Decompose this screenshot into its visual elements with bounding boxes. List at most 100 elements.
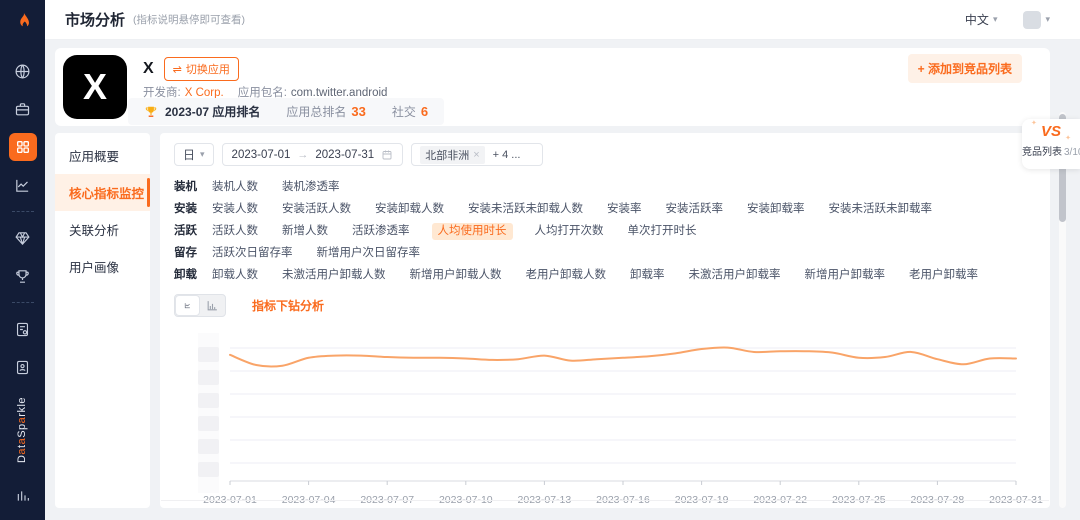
region-filter[interactable]: 北部非洲 × + 4 ... [411,143,544,166]
remove-tag-icon[interactable]: × [473,149,479,161]
app-logo-letter: X [82,66,107,107]
metric-chip[interactable]: 活跃人数 [210,223,260,240]
metric-chip[interactable]: 未激活用户卸载人数 [280,267,388,284]
rail-divider [11,211,34,212]
metric-chip[interactable]: 单次打开时长 [626,223,699,240]
switch-icon: ⇌ [172,63,182,76]
metric-chip[interactable]: 新增用户次日留存率 [315,245,423,262]
metric-category-label: 安装 [174,203,197,215]
metric-row: 装机 装机人数 装机渗透率 [174,179,1036,196]
gem-icon[interactable] [9,224,37,252]
metric-chip[interactable]: 人均使用时长 [431,223,513,240]
metric-chip[interactable]: 装机渗透率 [280,179,342,196]
metric-chip[interactable]: 安装率 [605,201,644,218]
page-note: (指标说明悬停即可查看) [133,14,246,26]
region-tag: 北部非洲 × [420,145,485,164]
metric-chip[interactable]: 安装卸载率 [745,201,807,218]
app-logo: X [63,55,127,119]
granularity-value: 日 [183,148,196,162]
redacted-y-label [198,462,219,477]
metric-category-label: 留存 [174,247,197,259]
rank-pill: 2023-07 应用排名 应用总排名 33 社交 6 [128,98,445,125]
trophy-icon[interactable] [9,262,37,290]
app-info-card: X X ⇌ 切换应用 开发商: X Corp. 应用包名: com.twitter.a… [55,48,1050,126]
date-start: 2023-07-01 [231,148,291,161]
metric-chip[interactable]: 安装未活跃未卸载率 [827,201,935,218]
collapse-menu-icon[interactable] [9,482,37,510]
chevron-down-icon: ▾ [1045,14,1050,24]
metric-chip[interactable]: 活跃次日留存率 [210,245,295,262]
redacted-y-label [198,416,219,431]
metric-row: 安装 安装人数 安装活跃人数 安装卸载人数 安装未活跃未卸载人数 安装率 安装活跃率 安装卸载… [174,201,1036,218]
redacted-y-label [198,393,219,408]
grid-apps-icon[interactable] [8,133,37,161]
avatar [1023,10,1042,29]
metric-row: 活跃 活跃人数 新增人数 活跃渗透率 人均使用时长 人均打开次数 单次打开时长 [174,223,1036,240]
region-more: + 4 ... [492,148,521,161]
total-rank: 应用总排名 33 [286,104,366,119]
category-rank: 社交 6 [391,104,429,119]
metric-category-label: 装机 [174,181,197,193]
drilldown-link[interactable]: 指标下钻分析 [252,297,324,314]
date-range-picker[interactable]: 2023-07-01 → 2023-07-31 [221,143,404,166]
add-to-competitors-button[interactable]: + 添加到竞品列表 [907,54,1022,83]
nav-item[interactable]: 关联分析 [55,211,150,248]
trophy-badge-icon [145,106,157,117]
rank-period: 2023-07 应用排名 [165,105,261,119]
doc-user-icon[interactable] [9,353,37,381]
metric-selector: 装机 装机人数 装机渗透率 安装 安装人数 安装活跃人数 安装卸载人数 安装未活跃未卸载人数安… [174,179,1036,284]
scrollbar [1059,112,1066,508]
chevron-down-icon: ▾ [200,149,205,159]
competitor-count: 3/10 [1064,147,1080,158]
briefcase-icon[interactable] [9,95,37,123]
metric-row: 卸载 卸载人数 未激活用户卸载人数 新增用户卸载人数 老用户卸载人数 卸载率 未激活用户卸载… [174,267,1036,284]
nav-item[interactable]: 核心指标监控 [55,174,150,211]
divider [161,500,1049,501]
top-header: 市场分析 (指标说明悬停即可查看) 中文 ▾ ▾ [45,0,1080,40]
language-selector[interactable]: 中文 ▾ [965,11,998,28]
line-chart-toggle[interactable] [175,295,200,316]
section-nav: 应用概要 核心指标监控 关联分析 用户画像 [55,133,150,508]
trend-chart-icon[interactable] [9,171,37,199]
y-axis-redacted [198,333,219,493]
metric-chip[interactable]: 卸载率 [628,267,667,284]
calendar-icon [382,150,392,159]
date-end: 2023-07-31 [315,148,375,161]
metric-chip[interactable]: 老用户卸载人数 [524,267,609,284]
page-title: 市场分析 [65,12,126,29]
main-panel: 日 ▾ 2023-07-01 → 2023-07-31 北部非洲 × + 4 .… [160,133,1050,508]
switch-app-button[interactable]: ⇌ 切换应用 [163,57,239,81]
brand-name: DataSparkle [16,396,29,464]
doc-gear-icon[interactable] [9,315,37,343]
metric-row: 留存 活跃次日留存率 新增用户次日留存率 [174,245,1036,262]
competitor-vs-tab[interactable]: VS 竞品列表3/10 [1022,119,1080,169]
usage-line-chart: 2023-07-01 2023-07-04 2023-07-07 2023-07-10… [161,331,1049,519]
metric-chip[interactable]: 新增用户卸载人数 [408,267,504,284]
metric-chip[interactable]: 安装活跃人数 [280,201,353,218]
metric-chip[interactable]: 卸载人数 [210,267,260,284]
metric-chip[interactable]: 安装人数 [210,201,260,218]
chart-type-toggle [174,294,226,317]
date-range-arrow: → [297,148,309,161]
filter-bar: 日 ▾ 2023-07-01 → 2023-07-31 北部非洲 × + 4 .… [174,143,1036,166]
metric-chip[interactable]: 新增用户卸载率 [803,267,888,284]
metric-chip[interactable]: 未激活用户卸载率 [687,267,783,284]
globe-icon[interactable] [9,57,37,85]
metric-chip[interactable]: 人均打开次数 [533,223,606,240]
flame-logo-icon[interactable] [10,9,36,35]
metric-chip[interactable]: 装机人数 [210,179,260,196]
redacted-y-label [198,370,219,385]
metric-chip[interactable]: 安装未活跃未卸载人数 [466,201,585,218]
metric-chip[interactable]: 新增人数 [280,223,330,240]
metric-chip[interactable]: 老用户卸载率 [907,267,980,284]
metric-chip[interactable]: 安装卸载人数 [373,201,446,218]
nav-item[interactable]: 用户画像 [55,248,150,285]
chevron-down-icon: ▾ [992,14,998,24]
metric-chip[interactable]: 活跃渗透率 [350,223,412,240]
bar-chart-toggle[interactable] [200,295,225,316]
metric-chip[interactable]: 安装活跃率 [664,201,726,218]
chart-plot[interactable] [224,331,1024,491]
granularity-select[interactable]: 日 ▾ [174,143,214,166]
nav-item[interactable]: 应用概要 [55,137,150,174]
user-menu[interactable]: ▾ [1023,10,1050,29]
